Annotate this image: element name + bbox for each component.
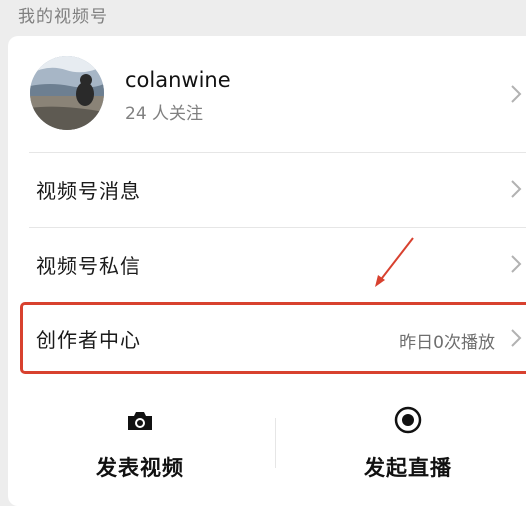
- divider: [275, 418, 276, 468]
- camera-icon: [128, 412, 152, 430]
- row-label: 视频号私信: [36, 254, 141, 278]
- post-video-button[interactable]: 发表视频: [20, 396, 260, 496]
- follow-count: 24 人关注: [125, 104, 204, 124]
- highlight-annotation: [20, 302, 526, 374]
- section-title: 我的视频号: [18, 7, 108, 27]
- bottom-actions: 发表视频 发起直播: [8, 396, 526, 506]
- channel-card: colanwine 24 人关注 视频号消息 视频号私信 创作者中心 昨日0次播…: [8, 36, 526, 506]
- avatar: [30, 56, 104, 130]
- row-label: 视频号消息: [36, 179, 141, 203]
- start-live-button[interactable]: 发起直播: [288, 396, 526, 496]
- start-live-label: 发起直播: [364, 456, 452, 480]
- post-video-label: 发表视频: [96, 456, 184, 480]
- row-channel-messages[interactable]: 视频号消息: [8, 153, 526, 227]
- row-private-messages[interactable]: 视频号私信: [8, 228, 526, 302]
- chevron-right-icon: [511, 180, 522, 198]
- chevron-right-icon: [511, 255, 522, 273]
- username: colanwine: [125, 68, 231, 92]
- red-arrow-annotation: [375, 237, 414, 287]
- record-icon: [394, 406, 422, 434]
- chevron-right-icon: [511, 85, 522, 103]
- profile-row[interactable]: colanwine 24 人关注: [8, 36, 526, 152]
